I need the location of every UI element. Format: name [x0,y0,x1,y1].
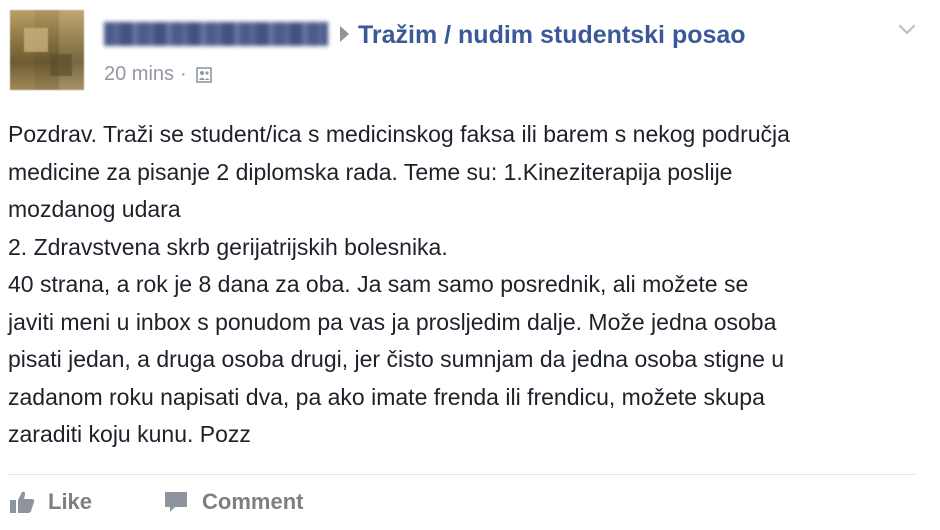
post-options-chevron-down-icon[interactable] [896,18,918,40]
group-members-icon[interactable] [195,66,213,84]
comment-label: Comment [202,489,304,514]
post-actions-bar: Like Comment [8,488,303,516]
post-body-line: zadanom roku napisati dva, pa ako imate … [8,383,765,410]
post-body-line: mozdanog udara [8,196,181,222]
author-name-blurred[interactable] [104,22,328,46]
post-body: Pozdrav. Traži se student/ica s medicins… [8,116,928,454]
post-body-line: 40 strana, a rok je 8 dana za oba. Ja sa… [8,271,749,297]
post-body-line: javiti meni u inbox s ponudom pa vas ja … [8,308,777,335]
post-body-line: zaraditi koju kunu. Pozz [8,421,251,447]
posted-in-arrow-icon [340,26,349,42]
actions-divider [8,474,916,475]
thumbs-up-icon [8,488,36,516]
facebook-post: Tražim / nudim studentski posao 20 mins … [0,0,940,530]
comment-icon [162,488,190,516]
group-name-link[interactable]: Tražim / nudim studentski posao [358,21,746,50]
post-body-line: medicine za pisanje 2 diplomska rada. Te… [8,158,733,185]
post-timestamp[interactable]: 20 mins [104,63,174,86]
post-body-line: pisati jedan, a druga osoba drugi, jer č… [8,346,785,372]
post-body-line: Pozdrav. Traži se student/ica s medicins… [8,121,790,147]
post-meta: 20 mins · [104,63,213,86]
author-avatar[interactable] [10,10,84,90]
like-label: Like [48,489,93,514]
meta-separator: · [180,63,187,85]
post-body-line: 2. Zdravstvena skrb gerijatrijskih boles… [8,233,448,260]
comment-button[interactable]: Comment [162,488,303,516]
like-button[interactable]: Like [8,488,92,516]
